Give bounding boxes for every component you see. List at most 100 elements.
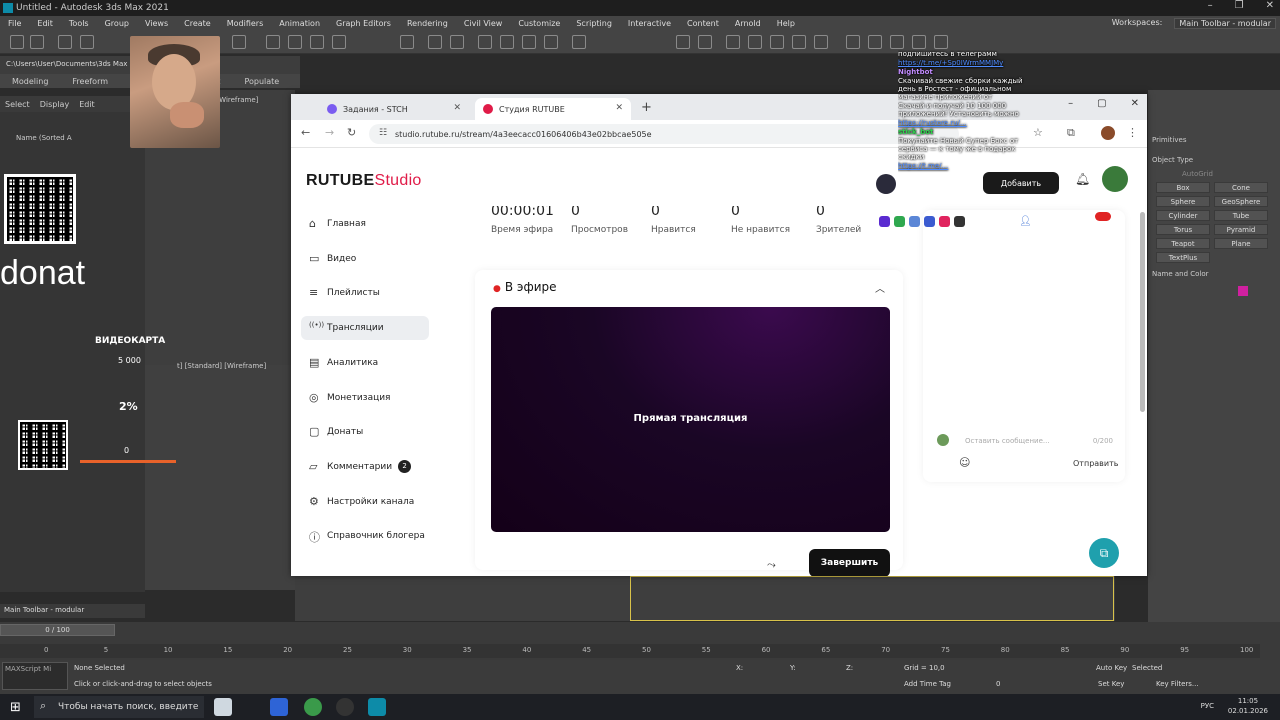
project-path[interactable]: C:\Users\User\Documents\3ds Max 20 [6,60,139,68]
key-selected-dropdown[interactable]: Selected [1132,664,1162,672]
scene-sort-header[interactable]: Name (Sorted A [16,134,72,142]
sidebar-item-home[interactable]: ⌂ Главная [301,212,429,236]
undo-icon[interactable] [10,35,24,49]
viewport-left[interactable] [145,365,295,590]
menu-tools[interactable]: Tools [61,19,97,28]
ribbon-toggle-icon[interactable] [748,35,762,49]
menu-arnold[interactable]: Arnold [727,19,769,28]
menu-interactive[interactable]: Interactive [620,19,679,28]
sidebar-item-donations[interactable]: ▢ Донаты [301,420,429,444]
menu-customize[interactable]: Customize [510,19,568,28]
spinner-snap-icon[interactable] [544,35,558,49]
browser-tab-rutube-studio[interactable]: Студия RUTUBE ✕ [475,98,631,120]
scene-tab-edit[interactable]: Edit [74,100,100,109]
material-editor-icon[interactable] [814,35,828,49]
select-move-icon[interactable] [232,35,246,49]
prim-box-button[interactable]: Box [1156,182,1210,193]
render-setup-icon[interactable] [846,35,860,49]
chevron-up-icon[interactable]: ︿ [875,280,885,295]
menu-views[interactable]: Views [137,19,176,28]
keyboard-shortcut-icon[interactable] [450,35,464,49]
snap-icon[interactable] [478,35,492,49]
browser-tab-tasks[interactable]: Задания - STCH ✕ [319,98,469,120]
move-icon[interactable] [266,35,280,49]
prim-tube-button[interactable]: Tube [1214,210,1268,221]
placement-icon[interactable] [332,35,346,49]
link-icon[interactable] [58,35,72,49]
back-icon[interactable]: ← [301,126,310,139]
page-scrollbar-thumb[interactable] [1140,212,1145,412]
taskbar-clock[interactable]: 11:05 02.01.2026 [1228,696,1268,716]
reload-icon[interactable]: ↻ [347,126,356,139]
minimize-icon[interactable]: – [1208,0,1213,11]
maxscript-listener[interactable]: MAXScript Mi [2,662,68,690]
menu-graph-editors[interactable]: Graph Editors [328,19,399,28]
scale-icon[interactable] [310,35,324,49]
menu-help[interactable]: Help [769,19,803,28]
prim-plane-button[interactable]: Plane [1214,238,1268,249]
set-key-button[interactable]: Set Key [1098,680,1124,688]
user-avatar[interactable] [1102,166,1128,192]
twitch-icon[interactable] [879,216,890,227]
maximize-icon[interactable]: ❐ [1235,0,1244,11]
align-icon[interactable] [698,35,712,49]
sidebar-item-video[interactable]: ▭ Видео [301,247,429,271]
curve-editor-icon[interactable] [770,35,784,49]
chrome-taskbar-icon[interactable] [304,698,322,716]
scene-tab-select[interactable]: Select [0,100,35,109]
bell-icon[interactable]: 🔔︎ [1075,172,1090,186]
schematic-view-icon[interactable] [792,35,806,49]
browser-menu-icon[interactable]: ⋮ [1127,126,1138,139]
bookmark-star-icon[interactable]: ☆ [1033,126,1043,139]
edit-named-sets-icon[interactable] [572,35,586,49]
channel-avatar[interactable] [876,174,896,194]
menu-scripting[interactable]: Scripting [568,19,620,28]
workspaces-select[interactable]: Main Toolbar - modular [1174,17,1276,29]
menu-rendering[interactable]: Rendering [399,19,456,28]
extensions-icon[interactable]: ⧉ [1067,126,1075,140]
percent-snap-icon[interactable] [522,35,536,49]
weather-widget-icon[interactable] [214,698,232,716]
menu-edit[interactable]: Edit [29,19,61,28]
render-cloud-icon[interactable] [912,35,926,49]
sidebar-item-streams[interactable]: ((•)) Трансляции [301,316,429,341]
sidebar-item-analytics[interactable]: ▤ Аналитика [301,351,429,375]
prim-sphere-button[interactable]: Sphere [1156,196,1210,207]
current-frame-field[interactable]: 0 [996,680,1000,688]
sidebar-item-settings[interactable]: ⚙ Настройки канала [301,490,429,514]
prim-geosphere-button[interactable]: GeoSphere [1214,196,1268,207]
angle-snap-icon[interactable] [500,35,514,49]
tab-close-icon[interactable]: ✕ [615,103,623,113]
address-bar[interactable]: ☷ studio.rutube.ru/stream/4a3eecacc01606… [369,124,959,144]
track-bar[interactable]: 0 5 10 15 20 25 30 35 40 45 50 55 60 65 70 75 80 85 90 95 10… [0,644,1260,658]
language-indicator[interactable]: РУС [1201,702,1214,710]
render-online-icon[interactable] [934,35,948,49]
ribbon-tab-populate[interactable]: Populate [232,77,291,86]
prim-torus-button[interactable]: Torus [1156,224,1210,235]
prim-teapot-button[interactable]: Teapot [1156,238,1210,249]
sidebar-item-monetization[interactable]: ◎ Монетизация [301,386,429,410]
rutube-studio-logo[interactable]: RUTUBEStudio [306,172,422,190]
forward-icon[interactable]: → [325,126,334,139]
obs-taskbar-icon[interactable] [336,698,354,716]
ribbon-tab-modeling[interactable]: Modeling [0,77,60,86]
new-tab-icon[interactable]: + [641,100,652,115]
menu-content[interactable]: Content [679,19,727,28]
prim-cone-button[interactable]: Cone [1214,182,1268,193]
scene-tab-display[interactable]: Display [35,100,75,109]
taskbar-search[interactable]: ⌕ Чтобы начать поиск, введите [34,696,204,718]
help-fab-button[interactable]: ⧉ [1089,538,1119,568]
viewport-left-label[interactable]: t] [Standard] [Wireframe] [177,362,266,370]
autogrid-checkbox[interactable]: AutoGrid [1182,170,1213,178]
site-info-icon[interactable]: ☷ [379,128,387,138]
redo-icon[interactable] [30,35,44,49]
max-taskbar-icon[interactable] [368,698,386,716]
share-icon[interactable]: ⤳ [767,558,789,576]
menu-animation[interactable]: Animation [271,19,328,28]
menu-group[interactable]: Group [97,19,137,28]
taskbar-app-icon[interactable] [270,698,288,716]
manipulate-icon[interactable] [428,35,442,49]
auto-key-button[interactable]: Auto Key [1096,664,1127,672]
pivot-icon[interactable] [400,35,414,49]
menu-modifiers[interactable]: Modifiers [219,19,272,28]
